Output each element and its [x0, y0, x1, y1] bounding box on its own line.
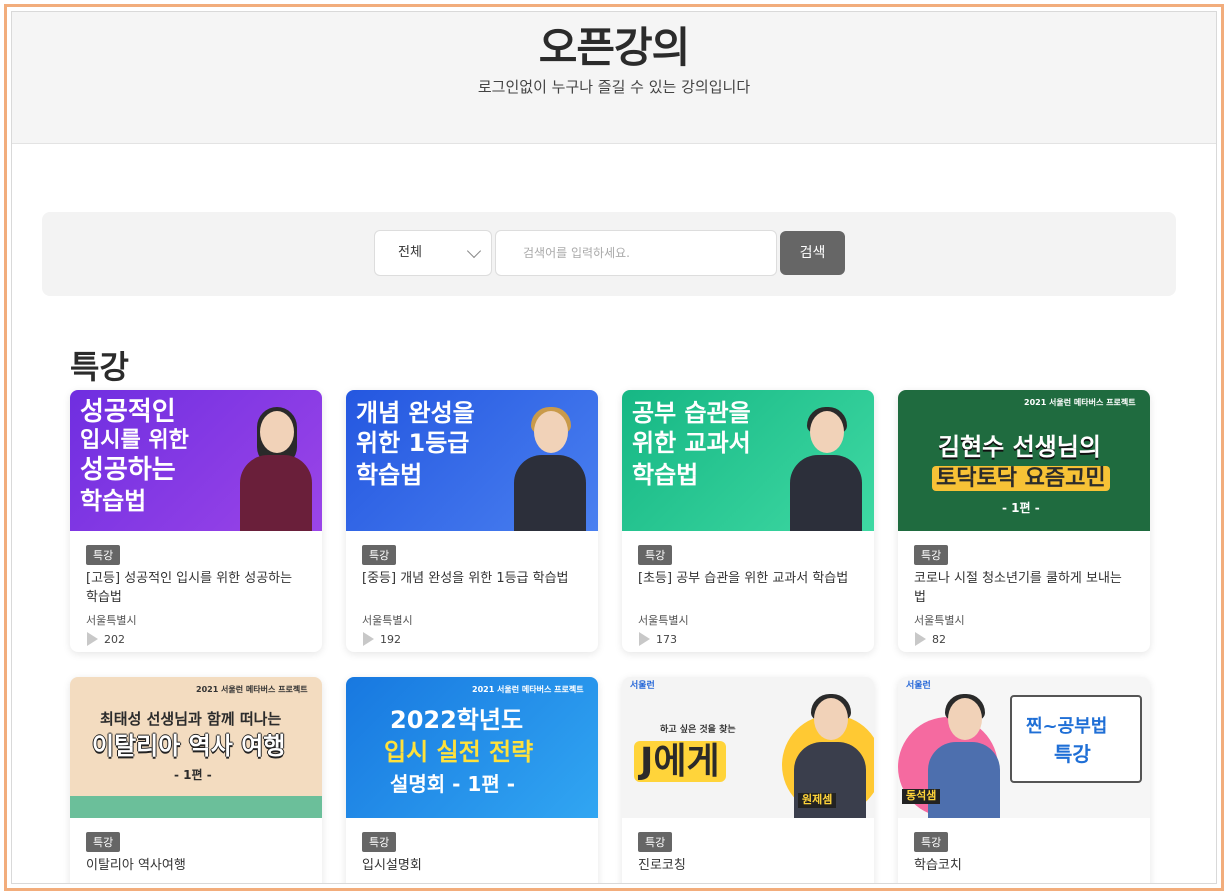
lecture-thumbnail[interactable]: 서울런 하고 싶은 것을 찾는 J에게 원제셈	[622, 677, 874, 818]
thumb-text: 서울런	[906, 681, 931, 691]
lecture-region: 서울특별시	[362, 614, 413, 627]
lecture-thumbnail[interactable]: 개념 완성을 위한 1등급 학습법	[346, 390, 598, 531]
lecture-title[interactable]: 코로나 시절 청소년기를 쿨하게 보내는 법	[914, 569, 1136, 607]
category-badge: 특강	[86, 832, 121, 852]
category-badge: 특강	[638, 545, 673, 565]
lecture-card[interactable]: 서울런 찐~공부법 특강 동석샘 특강 학습코치	[898, 677, 1150, 883]
page-content: 오픈강의 로그인없이 누구나 즐길 수 있는 강의입니다 전체 검색어를 입력하…	[11, 11, 1217, 884]
view-count: 202	[104, 633, 125, 646]
play-icon	[639, 632, 650, 646]
lecture-card[interactable]: 2021 서울런 메타버스 프로젝트 2022학년도 입시 실전 전략 설명회 …	[346, 677, 598, 883]
lecture-title[interactable]: 학습코치	[914, 856, 1136, 875]
thumb-text: 학습법	[356, 461, 423, 489]
thumb-text: 특강	[1054, 742, 1091, 766]
thumb-text: 2021 서울런 메타버스 프로젝트	[196, 685, 308, 694]
thumb-text: 찐~공부법	[1026, 716, 1108, 737]
landmark-illustration	[70, 796, 322, 818]
thumb-text: 2022학년도	[390, 706, 524, 734]
category-select-value: 전체	[398, 245, 422, 260]
browser-frame: 오픈강의 로그인없이 누구나 즐길 수 있는 강의입니다 전체 검색어를 입력하…	[4, 4, 1224, 891]
section-title: 특강	[70, 348, 129, 386]
thumb-text: 이탈리아 역사 여행	[92, 732, 286, 760]
category-badge: 특강	[362, 832, 397, 852]
lecture-thumbnail[interactable]: 공부 습관을 위한 교과서 학습법	[622, 390, 874, 531]
hero-banner: 오픈강의 로그인없이 누구나 즐길 수 있는 강의입니다	[12, 12, 1216, 144]
lecture-thumbnail[interactable]: 성공적인 입시를 위한 성공하는 학습법	[70, 390, 322, 531]
lecture-region: 서울특별시	[638, 614, 689, 627]
lecture-thumbnail[interactable]: 2021 서울런 메타버스 프로젝트 김현수 선생님의 토닥토닥 요즘고민 - …	[898, 390, 1150, 531]
lecture-card[interactable]: 2021 서울런 메타버스 프로젝트 최태성 선생님과 함께 떠나는 이탈리아 …	[70, 677, 322, 883]
page-subtitle: 로그인없이 누구나 즐길 수 있는 강의입니다	[477, 78, 751, 96]
lecture-region: 서울특별시	[86, 614, 137, 627]
view-count: 82	[932, 633, 946, 646]
lecture-title[interactable]: [초등] 공부 습관을 위한 교과서 학습법	[638, 569, 860, 588]
thumb-text: 김현수 선생님의	[938, 433, 1101, 461]
thumb-text: 최태성 선생님과 함께 떠나는	[100, 710, 282, 728]
thumb-text: 하고 싶은 것을 찾는	[660, 725, 736, 735]
lecture-title[interactable]: 입시설명회	[362, 856, 584, 875]
category-select[interactable]: 전체	[374, 230, 492, 276]
thumb-text: 2021 서울런 메타버스 프로젝트	[1024, 398, 1136, 407]
category-badge: 특강	[86, 545, 121, 565]
play-icon	[87, 632, 98, 646]
thumb-text: - 1편 -	[174, 768, 212, 782]
thumb-text: 성공적인	[80, 397, 176, 427]
lecture-card[interactable]: 서울런 하고 싶은 것을 찾는 J에게 원제셈 특강 진로코칭	[622, 677, 874, 883]
thumb-text: - 1편 -	[1002, 501, 1040, 515]
category-badge: 특강	[362, 545, 397, 565]
thumb-text: 성공하는	[80, 455, 176, 485]
search-button[interactable]: 검색	[780, 231, 845, 275]
lecture-card[interactable]: 성공적인 입시를 위한 성공하는 학습법 특강 [고등] 성공적인 입시를 위한…	[70, 390, 322, 652]
thumb-text: 원제셈	[798, 793, 837, 808]
search-input[interactable]: 검색어를 입력하세요.	[495, 230, 777, 276]
thumb-text: 개념 완성을	[356, 399, 475, 427]
instructor-photo	[240, 407, 312, 531]
view-count: 192	[380, 633, 401, 646]
lecture-card[interactable]: 공부 습관을 위한 교과서 학습법 특강 [초등] 공부 습관을 위한 교과서 …	[622, 390, 874, 652]
thumb-text: 설명회 - 1편 -	[390, 772, 516, 796]
lecture-card[interactable]: 2021 서울런 메타버스 프로젝트 김현수 선생님의 토닥토닥 요즘고민 - …	[898, 390, 1150, 652]
search-panel: 전체 검색어를 입력하세요. 검색	[42, 212, 1176, 296]
view-count: 173	[656, 633, 677, 646]
thumb-text: J에게	[634, 741, 726, 783]
thumb-text: 학습법	[80, 487, 147, 515]
lecture-thumbnail[interactable]: 2021 서울런 메타버스 프로젝트 2022학년도 입시 실전 전략 설명회 …	[346, 677, 598, 818]
instructor-photo	[790, 407, 862, 531]
category-badge: 특강	[914, 832, 949, 852]
lecture-title[interactable]: [고등] 성공적인 입시를 위한 성공하는 학습법	[86, 569, 308, 607]
lecture-card[interactable]: 개념 완성을 위한 1등급 학습법 특강 [중등] 개념 완성을 위한 1등급 …	[346, 390, 598, 652]
notepad-illustration	[1010, 695, 1142, 783]
category-badge: 특강	[638, 832, 673, 852]
play-icon	[915, 632, 926, 646]
lecture-title[interactable]: [중등] 개념 완성을 위한 1등급 학습법	[362, 569, 584, 588]
thumb-text: 서울런	[630, 681, 655, 691]
lecture-title[interactable]: 이탈리아 역사여행	[86, 856, 308, 875]
lecture-thumbnail[interactable]: 2021 서울런 메타버스 프로젝트 최태성 선생님과 함께 떠나는 이탈리아 …	[70, 677, 322, 818]
thumb-text: 위한 1등급	[356, 429, 470, 457]
thumb-text: 학습법	[632, 461, 699, 489]
lecture-title[interactable]: 진로코칭	[638, 856, 860, 875]
lecture-region: 서울특별시	[914, 614, 965, 627]
thumb-text: 동석샘	[902, 789, 941, 804]
thumb-text: 공부 습관을	[632, 399, 751, 427]
thumb-text: 토닥토닥 요즘고민	[932, 466, 1110, 492]
category-badge: 특강	[914, 545, 949, 565]
thumb-text: 입시를 위한	[80, 428, 189, 453]
thumb-text: 위한 교과서	[632, 429, 751, 457]
chevron-down-icon	[466, 243, 482, 259]
page-title: 오픈강의	[538, 23, 691, 72]
lecture-thumbnail[interactable]: 서울런 찐~공부법 특강 동석샘	[898, 677, 1150, 818]
thumb-text: 입시 실전 전략	[384, 738, 534, 766]
instructor-photo	[514, 407, 586, 531]
thumb-text: 2021 서울런 메타버스 프로젝트	[472, 685, 584, 694]
play-icon	[363, 632, 374, 646]
